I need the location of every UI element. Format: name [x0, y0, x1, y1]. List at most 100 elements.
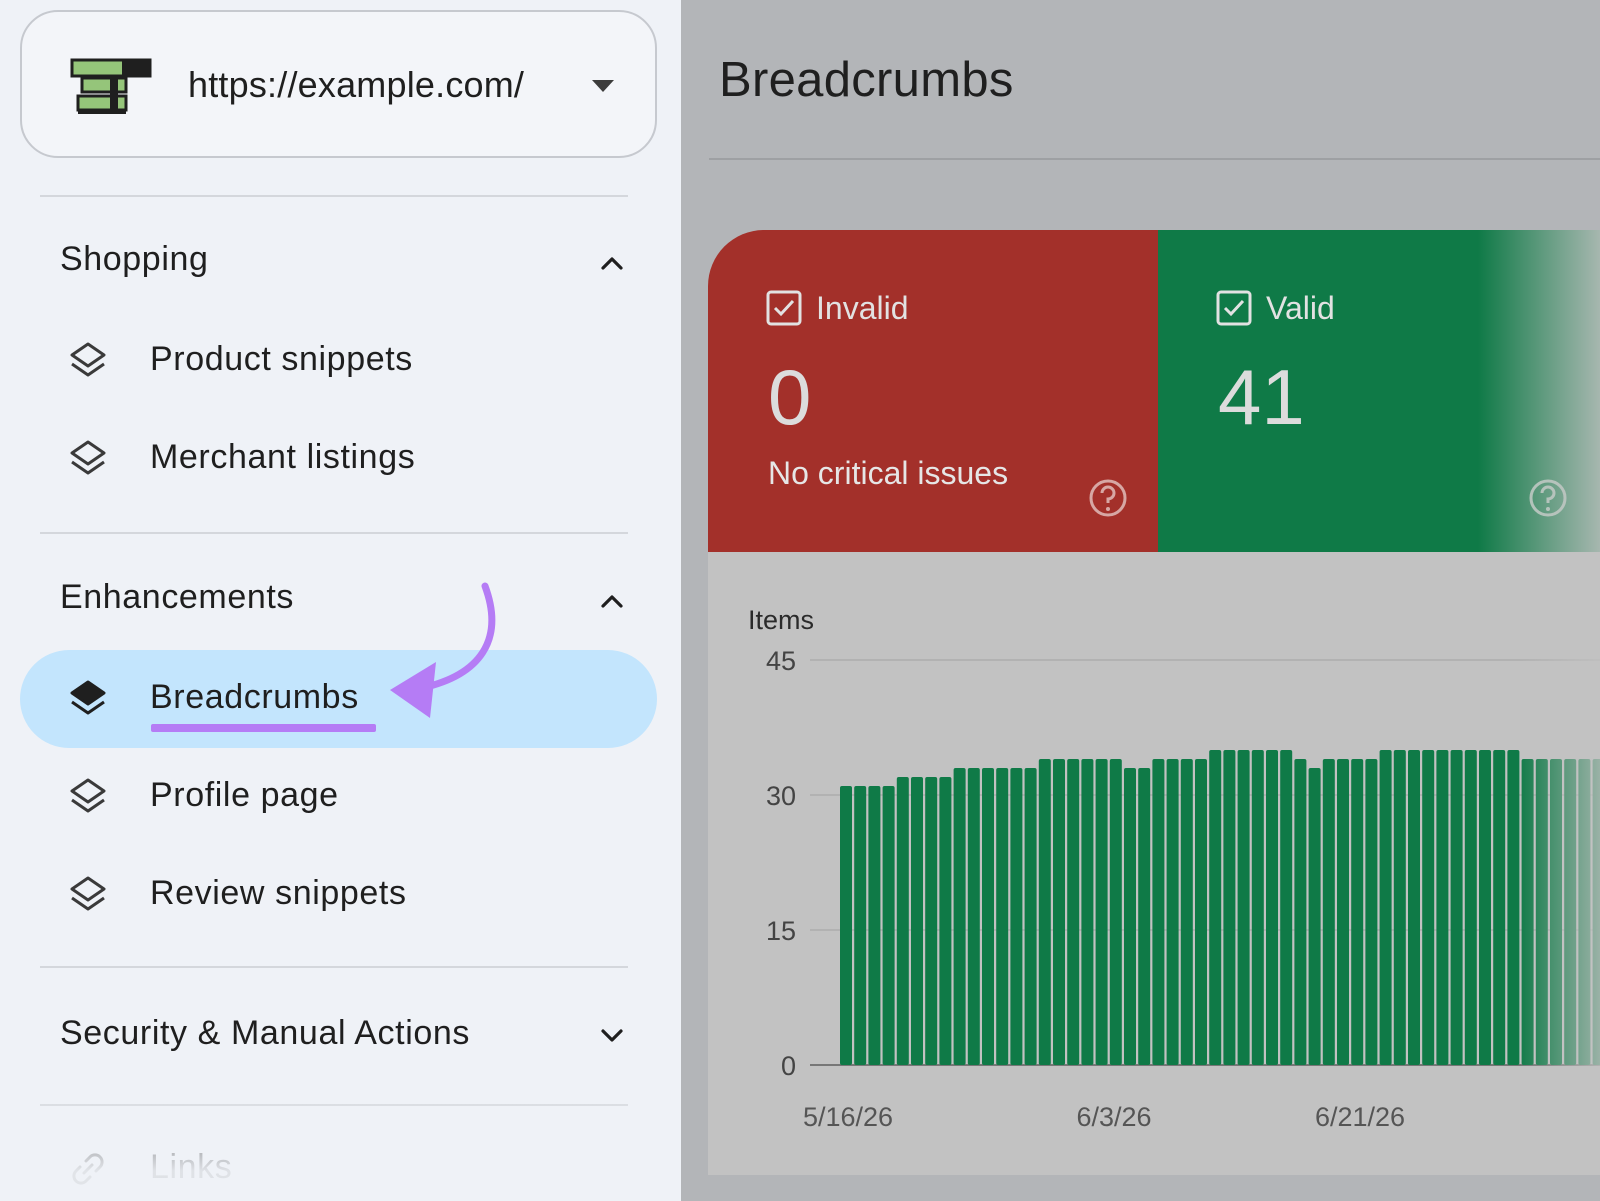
chart-bar[interactable] [1280, 750, 1293, 1065]
chart-bar[interactable] [1010, 768, 1023, 1065]
chevron-down-icon[interactable] [597, 1020, 627, 1050]
chart-bar[interactable] [982, 768, 994, 1065]
checkbox-checked-icon[interactable] [1216, 290, 1252, 326]
chart-bar[interactable] [1436, 750, 1449, 1065]
layers-filled-icon [70, 680, 106, 715]
fade-overlay [1478, 230, 1600, 552]
chart-bar[interactable] [1464, 750, 1477, 1065]
chart-bar[interactable] [1223, 750, 1236, 1065]
y-tick-label: 30 [766, 781, 796, 811]
help-icon[interactable] [1088, 478, 1128, 518]
section-title-security[interactable]: Security & Manual Actions [60, 1014, 470, 1053]
chart-bar[interactable] [854, 786, 867, 1065]
nav-item-label: Profile page [150, 776, 339, 814]
dropdown-caret-icon[interactable] [592, 80, 614, 92]
chart-bar[interactable] [1493, 750, 1506, 1065]
nav-item-label: Links [150, 1148, 233, 1186]
chart-bar[interactable] [953, 768, 966, 1065]
x-tick-label: 5/16/26 [803, 1102, 893, 1132]
chart-bar[interactable] [1266, 750, 1278, 1065]
section-title-enhancements[interactable]: Enhancements [60, 578, 294, 617]
chart-bar[interactable] [1024, 768, 1037, 1065]
nav-item-label: Merchant listings [150, 438, 416, 476]
link-icon [72, 1153, 104, 1185]
invalid-tile[interactable]: Invalid 0 No critical issues [708, 230, 1158, 552]
chart-bar[interactable] [1038, 759, 1051, 1065]
divider [40, 1104, 628, 1106]
chart-bar[interactable] [1124, 768, 1136, 1065]
valid-count: 41 [1218, 353, 1305, 441]
chart-bar[interactable] [1422, 750, 1435, 1065]
chevron-up-icon[interactable] [597, 586, 627, 616]
report-card: Invalid 0 No critical issues Valid 41 It… [708, 230, 1600, 1200]
chart-bar[interactable] [1180, 759, 1193, 1065]
nav-item-breadcrumbs[interactable]: Breadcrumbs [20, 650, 657, 748]
layers-icon [70, 342, 106, 377]
annotation-arrow-icon [390, 582, 496, 718]
checkbox-checked-icon[interactable] [766, 290, 802, 326]
chart-bar[interactable] [939, 777, 952, 1065]
invalid-count: 0 [768, 353, 812, 441]
chart-bar[interactable] [1393, 750, 1406, 1065]
chart-bar[interactable] [1365, 759, 1378, 1065]
chart-bar[interactable] [1592, 759, 1600, 1065]
chart-bar[interactable] [1379, 750, 1392, 1065]
invalid-description: No critical issues [768, 455, 1009, 491]
property-url: https://example.com/ [188, 64, 525, 105]
chart-bar[interactable] [1166, 759, 1179, 1065]
main-content: Breadcrumbs Invalid 0 No critical issues… [681, 0, 1600, 1201]
chart-bar[interactable] [840, 786, 852, 1065]
section-title-shopping[interactable]: Shopping [60, 240, 209, 279]
chart-bar[interactable] [1550, 759, 1562, 1065]
nav-item-product-snippets[interactable]: Product snippets [20, 312, 657, 410]
property-selector[interactable]: https://example.com/ [20, 10, 657, 158]
chart-bar[interactable] [1507, 750, 1520, 1065]
chart-bar[interactable] [868, 786, 881, 1065]
y-tick-label: 45 [766, 646, 796, 676]
chart-bar[interactable] [996, 768, 1009, 1065]
bottom-strip [681, 1175, 1600, 1201]
chart-bar[interactable] [1535, 759, 1548, 1065]
chart-bar[interactable] [1308, 768, 1321, 1065]
chart-bar[interactable] [896, 777, 909, 1065]
chart-bar[interactable] [911, 777, 923, 1065]
items-chart: Items 45 30 15 05/16/26 6/3/26 6/21/26 [748, 605, 1600, 1132]
chart-bar[interactable] [1138, 768, 1151, 1065]
chevron-up-icon[interactable] [597, 248, 627, 278]
nav-item-merchant-listings[interactable]: Merchant listings [20, 410, 657, 508]
chart-bar[interactable] [1351, 759, 1364, 1065]
y-axis-label: Items [748, 605, 814, 635]
annotation-underline [151, 724, 376, 732]
chart-bar[interactable] [1095, 759, 1108, 1065]
chart-bar[interactable] [1337, 759, 1349, 1065]
chart-bar[interactable] [1081, 759, 1094, 1065]
chart-bar[interactable] [1479, 750, 1491, 1065]
y-tick-label: 15 [766, 916, 796, 946]
chart-bar[interactable] [1578, 759, 1591, 1065]
chart-bar[interactable] [1067, 759, 1080, 1065]
chart-bar[interactable] [1450, 750, 1463, 1065]
chart-bar[interactable] [1237, 750, 1250, 1065]
nav-item-links[interactable]: Links [20, 1120, 657, 1201]
chart-bar[interactable] [1152, 759, 1165, 1065]
chart-bar[interactable] [1195, 759, 1207, 1065]
layers-icon [70, 778, 106, 813]
divider [40, 966, 628, 968]
chart-bar[interactable] [1109, 759, 1122, 1065]
chart-bar[interactable] [1053, 759, 1065, 1065]
chart-bar[interactable] [1564, 759, 1577, 1065]
chart-bar[interactable] [882, 786, 895, 1065]
nav-item-label: Review snippets [150, 874, 407, 912]
chart-bar[interactable] [1408, 750, 1420, 1065]
chart-bar[interactable] [1209, 750, 1222, 1065]
layers-icon [70, 876, 106, 911]
chart-bar[interactable] [1294, 759, 1307, 1065]
chart-bar[interactable] [1251, 750, 1264, 1065]
chart-bar[interactable] [1322, 759, 1335, 1065]
chart-bar[interactable] [925, 777, 938, 1065]
nav-item-profile-page[interactable]: Profile page [20, 748, 657, 846]
nav-item-review-snippets[interactable]: Review snippets [20, 846, 657, 944]
site-logo-icon [70, 58, 152, 114]
chart-bar[interactable] [967, 768, 980, 1065]
chart-bar[interactable] [1521, 759, 1534, 1065]
